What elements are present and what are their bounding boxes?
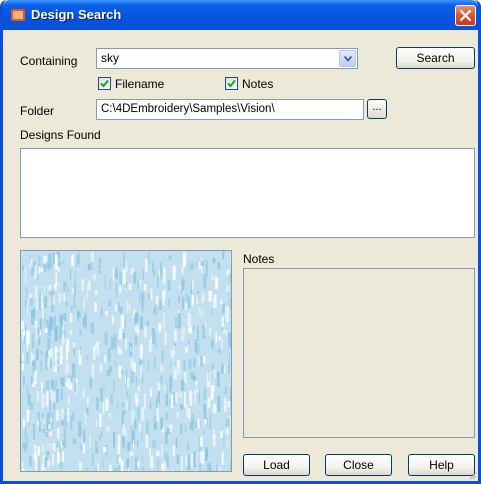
- design-search-dialog: Design Search Containing sky Search File…: [0, 0, 481, 484]
- chevron-down-icon: [344, 56, 352, 62]
- design-preview: [20, 250, 232, 472]
- browse-folder-button[interactable]: ...: [367, 99, 387, 119]
- check-icon: [100, 79, 109, 88]
- containing-combobox[interactable]: sky: [96, 48, 358, 69]
- notes-label: Notes: [243, 252, 275, 266]
- containing-label: Containing: [20, 54, 78, 68]
- close-button[interactable]: Close: [325, 454, 392, 476]
- help-button[interactable]: Help: [408, 454, 475, 476]
- notes-checkbox[interactable]: [225, 77, 238, 90]
- search-button[interactable]: Search: [396, 47, 475, 69]
- filename-checkbox[interactable]: [98, 77, 111, 90]
- filename-label[interactable]: Filename: [115, 77, 164, 91]
- close-icon: [459, 9, 472, 22]
- load-button[interactable]: Load: [243, 454, 310, 476]
- app-icon: [10, 7, 26, 23]
- designs-found-label: Designs Found: [20, 128, 101, 142]
- check-icon: [227, 79, 236, 88]
- preview-texture: [21, 251, 231, 471]
- notes-check-label[interactable]: Notes: [242, 77, 273, 91]
- folder-input[interactable]: C:\4DEmbroidery\Samples\Vision\: [96, 99, 364, 120]
- resize-grip-icon[interactable]: [469, 472, 477, 480]
- notes-textarea[interactable]: [243, 268, 475, 438]
- containing-value[interactable]: sky: [101, 51, 119, 65]
- title-bar[interactable]: Design Search: [3, 0, 478, 30]
- folder-value[interactable]: C:\4DEmbroidery\Samples\Vision\: [101, 103, 275, 115]
- window-title: Design Search: [31, 7, 122, 22]
- designs-found-list[interactable]: [20, 148, 475, 238]
- close-window-button[interactable]: [455, 5, 476, 26]
- folder-label: Folder: [20, 104, 55, 118]
- containing-dropdown-button[interactable]: [339, 50, 356, 67]
